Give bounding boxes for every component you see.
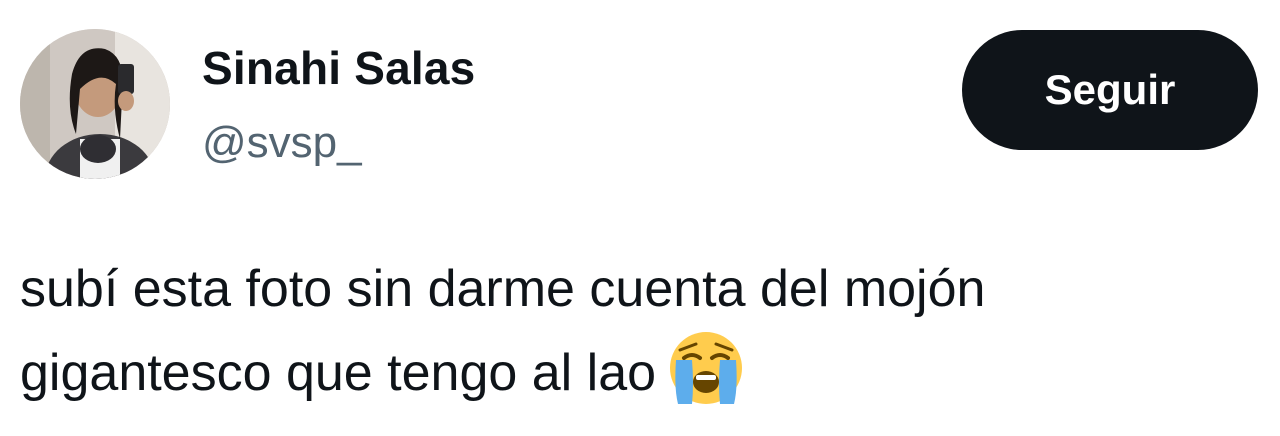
user-handle[interactable]: @svsp_ [202, 116, 362, 170]
tweet-text-line-2: gigantesco que tengo al lao [20, 328, 1260, 412]
tweet-card: Sinahi Salas @svsp_ Seguir subí esta fot… [0, 0, 1280, 436]
avatar[interactable] [20, 29, 170, 179]
tweet-text-line-2-content: gigantesco que tengo al lao [20, 344, 657, 402]
follow-button[interactable]: Seguir [962, 30, 1258, 150]
loudly-crying-face-emoji-icon [666, 328, 746, 408]
display-name[interactable]: Sinahi Salas [202, 40, 475, 96]
tweet-text-line-1: subí esta foto sin darme cuenta del mojó… [20, 260, 986, 318]
profile-photo-icon [20, 29, 170, 179]
tweet-text: subí esta foto sin darme cuenta del mojó… [20, 250, 1260, 412]
